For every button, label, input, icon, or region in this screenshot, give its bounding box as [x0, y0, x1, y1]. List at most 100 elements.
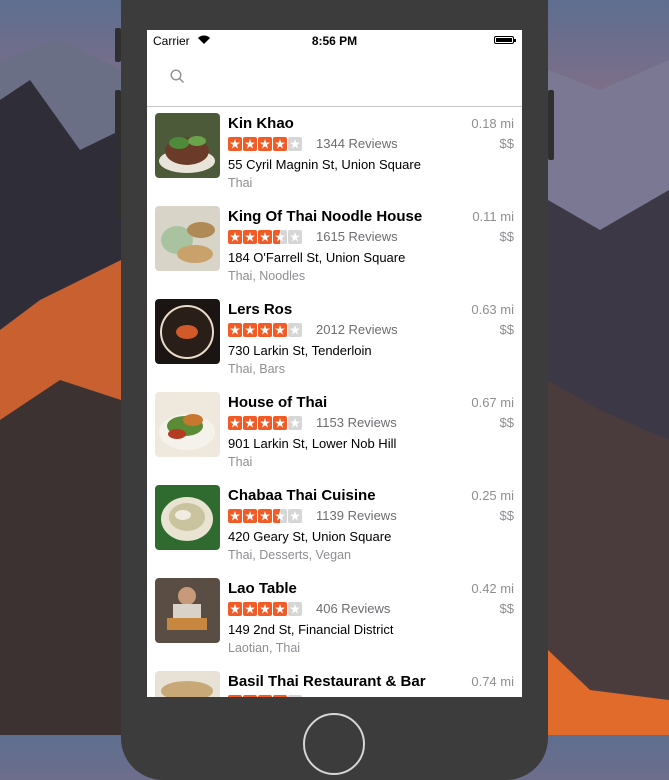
star-icon — [273, 230, 287, 244]
power-button — [548, 90, 554, 160]
star-icon — [228, 602, 242, 616]
star-icon — [243, 416, 257, 430]
price-level: $$ — [499, 508, 514, 523]
review-count: 406 Reviews — [316, 601, 391, 616]
star-rating — [228, 602, 302, 616]
star-icon — [228, 137, 242, 151]
restaurant-row[interactable]: Lers Ros 0.63 mi $$ 2012 Reviews 730 Lar… — [147, 293, 522, 386]
restaurant-photo — [155, 206, 220, 271]
review-count: 1153 Reviews — [316, 415, 397, 430]
star-icon — [243, 509, 257, 523]
restaurant-row[interactable]: Chabaa Thai Cuisine 0.25 mi $$ 1139 Revi… — [147, 479, 522, 572]
star-icon — [273, 323, 287, 337]
star-icon — [258, 509, 272, 523]
restaurant-row[interactable]: Kin Khao 0.18 mi $$ 1344 Reviews 55 Cyri… — [147, 107, 522, 200]
star-icon — [273, 602, 287, 616]
search-input[interactable] — [193, 64, 507, 92]
star-icon — [258, 416, 272, 430]
categories: Laotian, Thai — [228, 641, 301, 655]
price-level: $$ — [499, 136, 514, 151]
phone-screen: Carrier 8:56 PM Kin Khao 0.18 mi $$ 1344… — [147, 30, 522, 697]
star-rating — [228, 695, 302, 697]
star-icon — [273, 509, 287, 523]
home-button[interactable] — [303, 713, 365, 775]
restaurant-name: King Of Thai Noodle House — [228, 208, 423, 225]
star-icon — [228, 416, 242, 430]
review-count: 1615 Reviews — [316, 229, 398, 244]
price-level: $$ — [499, 322, 514, 337]
star-rating — [228, 230, 302, 244]
address: 420 Geary St, Union Square — [228, 529, 392, 544]
star-icon — [228, 509, 242, 523]
star-icon — [273, 695, 287, 697]
restaurant-name: Basil Thai Restaurant & Bar — [228, 673, 426, 690]
star-icon — [228, 323, 242, 337]
status-bar: Carrier 8:56 PM — [147, 30, 522, 50]
restaurant-name: Lers Ros — [228, 301, 293, 318]
battery-icon — [494, 36, 516, 44]
address: 730 Larkin St, Tenderloin — [228, 343, 372, 358]
volume-up-button — [115, 90, 121, 150]
review-count: 1139 Reviews — [316, 508, 397, 523]
categories: Thai, Noodles — [228, 269, 306, 283]
address: 184 O'Farrell St, Union Square — [228, 250, 406, 265]
restaurant-photo — [155, 485, 220, 550]
star-icon — [288, 509, 302, 523]
restaurant-row[interactable]: Lao Table 0.42 mi $$ 406 Reviews 149 2nd… — [147, 572, 522, 665]
star-rating — [228, 416, 302, 430]
search-bar[interactable] — [147, 50, 522, 107]
categories: Thai, Bars — [228, 362, 285, 376]
restaurant-row[interactable]: House of Thai 0.67 mi $$ 1153 Reviews 90… — [147, 386, 522, 479]
star-rating — [228, 137, 302, 151]
price-level: $$ — [499, 229, 514, 244]
restaurant-photo — [155, 671, 220, 697]
distance: 0.74 mi — [471, 674, 514, 689]
restaurant-photo — [155, 113, 220, 178]
star-icon — [228, 230, 242, 244]
volume-down-button — [115, 160, 121, 220]
star-icon — [273, 137, 287, 151]
star-icon — [258, 602, 272, 616]
address: 149 2nd St, Financial District — [228, 622, 394, 637]
restaurant-photo — [155, 299, 220, 364]
price-level: $$ — [499, 415, 514, 430]
distance: 0.42 mi — [471, 581, 514, 596]
address: 55 Cyril Magnin St, Union Square — [228, 157, 421, 172]
price-level: $$ — [499, 601, 514, 616]
star-icon — [288, 323, 302, 337]
star-icon — [243, 230, 257, 244]
restaurant-name: Lao Table — [228, 580, 297, 597]
star-icon — [243, 137, 257, 151]
restaurant-name: Chabaa Thai Cuisine — [228, 487, 376, 504]
search-icon — [170, 69, 184, 83]
restaurant-row[interactable]: Basil Thai Restaurant & Bar 0.74 mi — [147, 665, 522, 697]
status-time: 8:56 PM — [311, 34, 358, 48]
restaurant-name: House of Thai — [228, 394, 328, 411]
star-rating — [228, 509, 302, 523]
categories: Thai — [228, 455, 253, 469]
star-icon — [288, 416, 302, 430]
restaurant-photo — [155, 578, 220, 643]
distance: 0.25 mi — [471, 488, 514, 503]
address: 901 Larkin St, Lower Nob Hill — [228, 436, 397, 451]
star-icon — [273, 416, 287, 430]
star-icon — [288, 695, 302, 697]
restaurant-list: Kin Khao 0.18 mi $$ 1344 Reviews 55 Cyri… — [147, 107, 522, 697]
distance: 0.67 mi — [471, 395, 514, 410]
distance: 0.18 mi — [471, 116, 514, 131]
star-icon — [243, 602, 257, 616]
star-icon — [243, 323, 257, 337]
star-icon — [258, 695, 272, 697]
star-icon — [288, 137, 302, 151]
categories: Thai, Desserts, Vegan — [228, 548, 351, 562]
star-icon — [228, 695, 242, 697]
star-icon — [243, 695, 257, 697]
star-icon — [288, 230, 302, 244]
categories: Thai — [228, 176, 253, 190]
restaurant-name: Kin Khao — [228, 115, 294, 132]
review-count: 1344 Reviews — [316, 136, 398, 151]
restaurant-photo — [155, 392, 220, 457]
restaurant-row[interactable]: King Of Thai Noodle House 0.11 mi $$ 161… — [147, 200, 522, 293]
star-icon — [258, 323, 272, 337]
star-icon — [288, 602, 302, 616]
